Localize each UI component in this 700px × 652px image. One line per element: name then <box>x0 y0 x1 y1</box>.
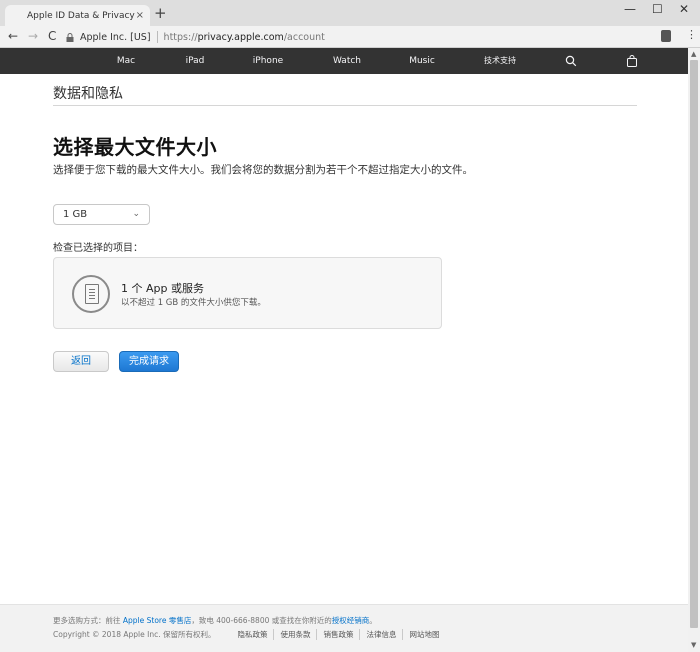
url-scheme: https:// <box>163 31 198 43</box>
forward-arrow-icon[interactable]: → <box>28 29 38 43</box>
search-icon[interactable] <box>565 55 577 67</box>
scroll-down-icon[interactable]: ▼ <box>691 641 696 649</box>
address-bar[interactable]: Apple Inc. [US] https:// privacy.apple.c… <box>66 29 654 45</box>
nav-item-support[interactable]: 技术支持 <box>484 48 516 74</box>
nav-item-mac[interactable]: Mac <box>117 48 135 74</box>
nav-item-iphone[interactable]: iPhone <box>253 48 283 74</box>
apple-favicon-icon <box>11 11 21 21</box>
new-tab-button[interactable]: + <box>154 4 167 22</box>
vertical-scrollbar[interactable]: ▲ ▼ <box>688 48 700 652</box>
selected-items-title: 1 个 App 或服务 <box>121 282 204 295</box>
url-host: privacy.apple.com <box>197 31 284 43</box>
footer: 更多选购方式：前往 Apple Store 零售店，致电 400-666-880… <box>0 604 688 652</box>
footer-link-privacy[interactable]: 隐私政策 <box>237 629 273 640</box>
copyright: Copyright © 2018 Apple Inc. 保留所有权利。 <box>53 630 216 639</box>
tab-title: Apple ID Data & Privacy <box>27 10 135 21</box>
selected-items-card: 1 个 App 或服务 以不超过 1 GB 的文件大小供您下载。 <box>53 257 442 329</box>
profile-icon[interactable] <box>661 30 671 42</box>
back-arrow-icon[interactable]: ← <box>8 29 18 43</box>
footer-shopping-info: 更多选购方式：前往 Apple Store 零售店，致电 400-666-880… <box>53 616 377 625</box>
nav-item-watch[interactable]: Watch <box>333 48 361 74</box>
browser-tab[interactable]: Apple ID Data & Privacy × <box>5 5 150 26</box>
reseller-link[interactable]: 授权经销商 <box>332 616 370 625</box>
footer-link-sales[interactable]: 销售政策 <box>316 629 359 640</box>
footer-link-terms[interactable]: 使用条款 <box>273 629 316 640</box>
address-separator <box>156 31 158 43</box>
browser-menu-icon[interactable]: ⋮ <box>686 28 697 41</box>
tab-close-icon[interactable]: × <box>136 10 144 21</box>
apple-store-link[interactable]: Apple Store 零售店 <box>123 616 191 625</box>
selected-items-subtitle: 以不超过 1 GB 的文件大小供您下载。 <box>121 298 266 308</box>
bag-icon[interactable] <box>627 55 638 67</box>
maximize-icon[interactable]: ☐ <box>652 2 663 16</box>
scroll-up-icon[interactable]: ▲ <box>691 50 696 58</box>
document-icon <box>72 275 110 313</box>
footer-legal: Copyright © 2018 Apple Inc. 保留所有权利。 隐私政策… <box>53 629 445 640</box>
global-nav: Mac iPad iPhone Watch Music 技术支持 <box>0 48 688 74</box>
document-glyph <box>85 284 99 304</box>
subnav-divider <box>53 105 637 106</box>
nav-item-ipad[interactable]: iPad <box>186 48 205 74</box>
url-path: /account <box>283 31 325 43</box>
browser-tab-strip: Apple ID Data & Privacy × + — ☐ ✕ <box>0 0 700 26</box>
file-size-select[interactable]: 1 GB ⌄ <box>53 204 150 225</box>
close-window-icon[interactable]: ✕ <box>679 2 689 16</box>
page-description: 选择便于您下载的最大文件大小。我们会将您的数据分割为若干个不超过指定大小的文件。 <box>53 164 473 176</box>
complete-request-button[interactable]: 完成请求 <box>119 351 179 372</box>
nav-item-music[interactable]: Music <box>409 48 435 74</box>
minimize-icon[interactable]: — <box>624 2 636 16</box>
scroll-thumb[interactable] <box>690 60 698 628</box>
footer-link-sitemap[interactable]: 网站地图 <box>402 629 445 640</box>
review-selection-label: 检查已选择的项目： <box>53 243 143 254</box>
lock-icon <box>66 32 74 42</box>
page-title: 选择最大文件大小 <box>53 135 217 159</box>
file-size-value: 1 GB <box>63 209 88 220</box>
chevron-down-icon: ⌄ <box>132 209 140 219</box>
browser-toolbar: ← → C Apple Inc. [US] https:// privacy.a… <box>0 26 700 48</box>
reload-icon[interactable]: C <box>48 29 56 43</box>
footer-link-legal[interactable]: 法律信息 <box>359 629 402 640</box>
subnav-title[interactable]: 数据和隐私 <box>53 83 123 103</box>
back-button[interactable]: 返回 <box>53 351 109 372</box>
site-identity: Apple Inc. [US] <box>80 31 151 43</box>
